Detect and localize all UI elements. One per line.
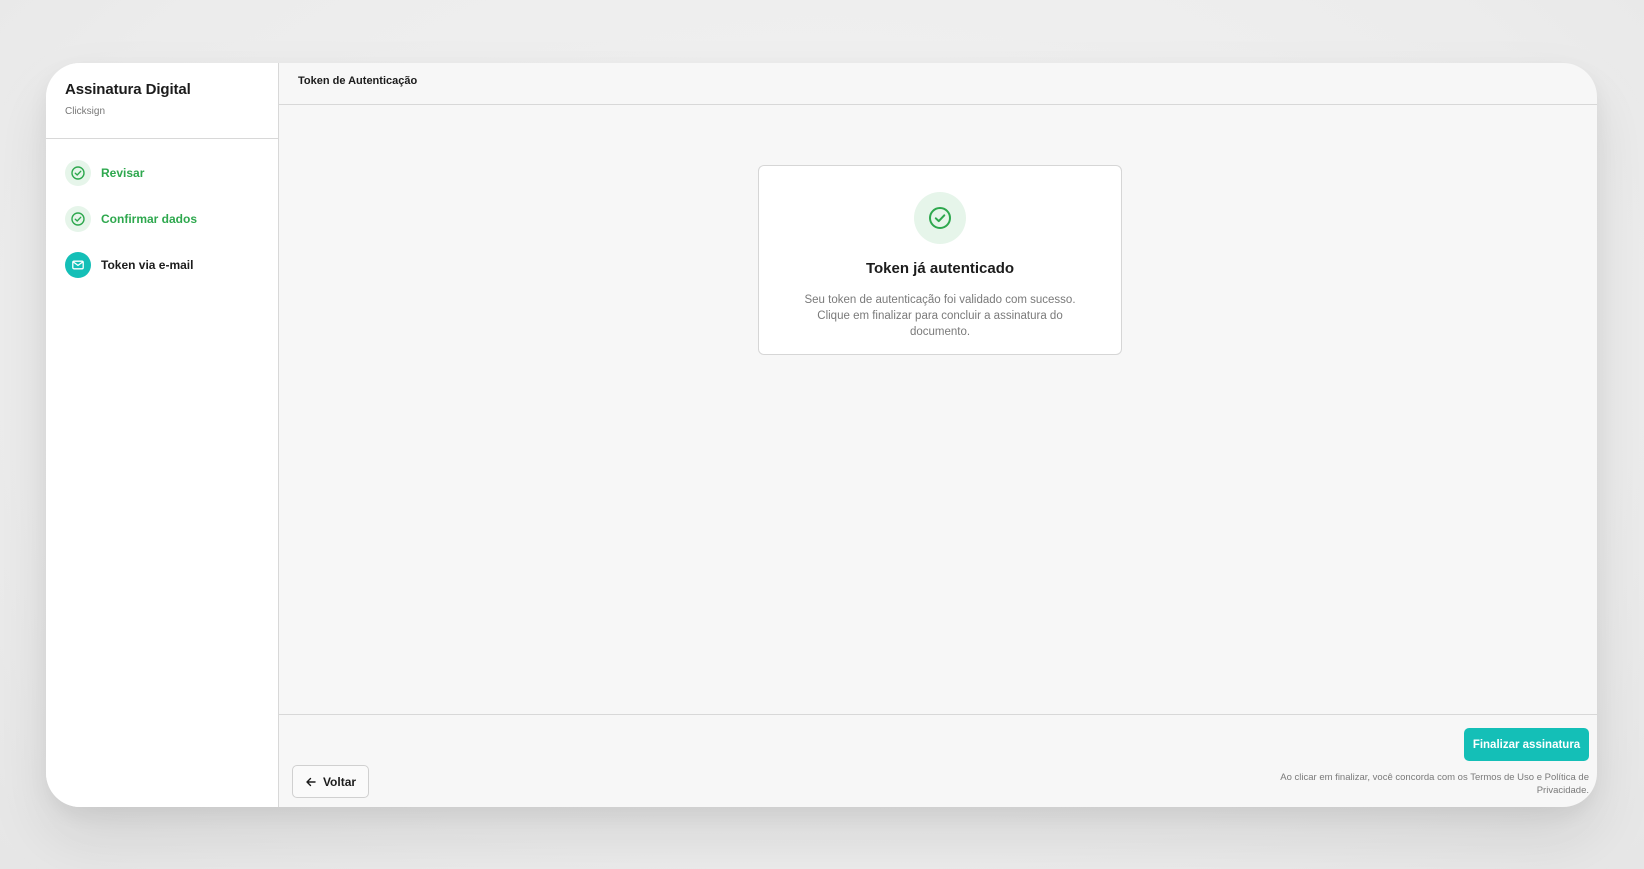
app-subtitle: Clicksign: [65, 106, 106, 117]
arrow-left-icon: [306, 777, 316, 786]
card-title: Token já autenticado: [865, 260, 1015, 277]
check-circle-icon: [65, 205, 91, 232]
check-circle-icon: [65, 159, 91, 186]
content-area: Token já autenticado Seu token de autent…: [279, 105, 1597, 714]
app-title: Assinatura Digital: [65, 81, 191, 98]
finish-signature-button[interactable]: Finalizar assinatura: [1464, 728, 1589, 761]
step-revisar[interactable]: Revisar: [65, 159, 278, 186]
step-token-email[interactable]: Token via e-mail: [65, 251, 278, 278]
terms-notice: Ao clicar em finalizar, você concorda co…: [1280, 772, 1589, 796]
back-button[interactable]: Voltar: [292, 765, 369, 798]
mail-icon: [65, 251, 91, 278]
step-label: Confirmar dados: [101, 211, 198, 226]
step-label: Revisar: [101, 165, 145, 180]
step-confirmar-dados[interactable]: Confirmar dados: [65, 205, 278, 232]
signature-window: Assinatura Digital Clicksign Revisar Con…: [46, 63, 1597, 807]
main-header: Token de Autenticação: [279, 63, 1597, 105]
step-label: Token via e-mail: [101, 257, 194, 272]
check-circle-icon: [914, 192, 966, 244]
status-card: Token já autenticado Seu token de autent…: [758, 165, 1122, 355]
sidebar: Assinatura Digital Clicksign Revisar Con…: [46, 63, 279, 807]
card-description: Seu token de autenticação foi validado c…: [804, 294, 1076, 338]
sidebar-header: Assinatura Digital Clicksign: [46, 63, 278, 139]
main-panel: Token de Autenticação Token já autentica…: [279, 63, 1597, 807]
steps-list: Revisar Confirmar dados Token via e-mail: [46, 139, 278, 297]
back-button-label: Voltar: [322, 774, 357, 789]
page-title: Token de Autenticação: [298, 75, 418, 87]
footer-bar: Voltar Finalizar assinatura Ao clicar em…: [279, 714, 1597, 807]
